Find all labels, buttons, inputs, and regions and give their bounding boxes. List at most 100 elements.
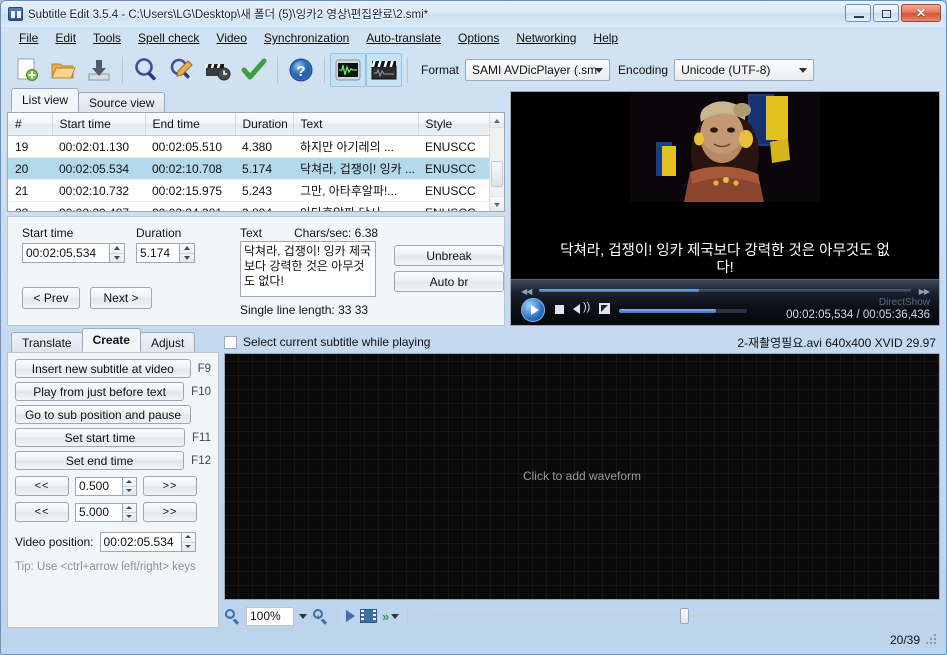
next-button[interactable]: Next > bbox=[90, 287, 152, 309]
help-button[interactable]: ? bbox=[283, 53, 319, 87]
zoom-in-icon[interactable]: + bbox=[312, 608, 329, 625]
table-row[interactable]: 22 00:02:20.487 00:02:24.381 3.894 아타후알파… bbox=[8, 201, 504, 211]
menu-help[interactable]: Help bbox=[585, 28, 626, 48]
play-from-just-before-text-button[interactable]: Play from just before text bbox=[15, 382, 185, 401]
waveform-forward-dropdown-icon[interactable] bbox=[391, 613, 400, 619]
insert-new-subtitle-button[interactable]: Insert new subtitle at video bbox=[15, 359, 191, 378]
scrollbar-thumb[interactable] bbox=[491, 161, 503, 187]
menu-edit[interactable]: Edit bbox=[47, 28, 84, 48]
zoom-dropdown-icon[interactable] bbox=[299, 613, 307, 619]
auto-br-button[interactable]: Auto br bbox=[394, 271, 504, 292]
nudge-spin-down-1[interactable] bbox=[123, 487, 136, 495]
waveform-spectrogram-icon[interactable] bbox=[360, 609, 377, 623]
nudge-forward-button-2[interactable]: >> bbox=[143, 502, 197, 522]
nudge-value-spinner-1[interactable] bbox=[123, 476, 137, 496]
spell-check-button[interactable] bbox=[236, 53, 272, 87]
video-position-spin-up[interactable] bbox=[181, 533, 195, 543]
tab-create[interactable]: Create bbox=[81, 328, 141, 352]
prev-button[interactable]: < Prev bbox=[22, 287, 80, 309]
video-position-input[interactable] bbox=[99, 532, 182, 552]
minimize-button[interactable] bbox=[845, 4, 871, 22]
subtitle-text-input[interactable]: 닥쳐라, 겁쟁이! 잉카 제국보다 강력한 것은 아무것도 없다! bbox=[240, 241, 376, 297]
nudge-value-input-1[interactable] bbox=[75, 476, 123, 496]
menu-networking[interactable]: Networking bbox=[508, 28, 584, 48]
duration-input[interactable] bbox=[136, 243, 180, 263]
menu-tools[interactable]: Tools bbox=[85, 28, 129, 48]
set-end-time-button[interactable]: Set end time bbox=[15, 451, 185, 470]
open-subtitle-button[interactable] bbox=[45, 53, 81, 87]
menu-auto-translate[interactable]: Auto-translate bbox=[358, 28, 449, 48]
unbreak-button[interactable]: Unbreak bbox=[394, 245, 504, 266]
maximize-button[interactable] bbox=[873, 4, 899, 22]
menu-spell-check[interactable]: Spell check bbox=[130, 28, 207, 48]
column-header-number[interactable]: # bbox=[8, 113, 53, 136]
waveform-slider-thumb[interactable] bbox=[680, 608, 690, 624]
select-current-subtitle-checkbox[interactable] bbox=[224, 335, 237, 349]
set-start-time-button[interactable]: Set start time bbox=[15, 428, 186, 447]
close-button[interactable]: ✕ bbox=[901, 4, 941, 22]
scroll-up-button[interactable] bbox=[490, 113, 504, 128]
volume-slider[interactable] bbox=[619, 309, 747, 313]
table-row[interactable]: 20 00:02:05.534 00:02:10.708 5.174 닥쳐라, … bbox=[8, 157, 504, 180]
nudge-value-input-2[interactable] bbox=[75, 502, 123, 522]
column-header-duration[interactable]: Duration bbox=[235, 113, 294, 136]
menu-synchronization[interactable]: Synchronization bbox=[256, 28, 357, 48]
scroll-down-button[interactable] bbox=[490, 196, 504, 211]
column-header-end-time[interactable]: End time bbox=[145, 113, 236, 136]
video-surface[interactable]: 닥쳐라, 겁쟁이! 잉카 제국보다 강력한 것은 아무것도 없 다! bbox=[511, 92, 939, 279]
encoding-combo[interactable]: Unicode (UTF-8) bbox=[674, 59, 815, 81]
tab-translate[interactable]: Translate bbox=[11, 332, 83, 353]
save-subtitle-button[interactable] bbox=[81, 53, 117, 87]
waveform-play-icon[interactable] bbox=[346, 610, 355, 622]
duration-spin-up[interactable] bbox=[180, 244, 194, 254]
nudge-spin-down-2[interactable] bbox=[123, 513, 136, 521]
resize-grip-icon[interactable] bbox=[926, 633, 938, 646]
zoom-level-input[interactable] bbox=[246, 606, 294, 626]
tab-list-view[interactable]: List view bbox=[11, 88, 80, 112]
fullscreen-icon[interactable] bbox=[599, 303, 610, 314]
seek-slider[interactable] bbox=[539, 289, 911, 292]
nudge-value-spinner-2[interactable] bbox=[123, 502, 137, 522]
duration-spinner[interactable] bbox=[180, 243, 195, 263]
nudge-back-button-1[interactable]: << bbox=[15, 476, 69, 496]
tab-adjust[interactable]: Adjust bbox=[139, 332, 196, 353]
video-position-spin-down[interactable] bbox=[182, 543, 195, 552]
start-time-input[interactable] bbox=[22, 243, 110, 263]
subtitle-listview[interactable]: # Start time End time Duration Text Styl… bbox=[7, 112, 505, 212]
volume-icon[interactable] bbox=[573, 304, 580, 314]
nudge-forward-button-1[interactable]: >> bbox=[143, 476, 197, 496]
rewind-icon[interactable]: ◀◀ bbox=[521, 287, 532, 296]
waveform-position-slider[interactable] bbox=[428, 607, 940, 625]
tab-source-view[interactable]: Source view bbox=[78, 92, 166, 113]
toggle-waveform-button[interactable] bbox=[330, 53, 366, 87]
video-position-spinner[interactable] bbox=[181, 532, 196, 552]
toggle-video-button[interactable] bbox=[366, 53, 402, 87]
column-header-start-time[interactable]: Start time bbox=[52, 113, 146, 136]
go-to-sub-position-and-pause-button[interactable]: Go to sub position and pause bbox=[15, 405, 191, 424]
table-row[interactable]: 19 00:02:01.130 00:02:05.510 4.380 하지만 아… bbox=[8, 135, 504, 158]
table-row[interactable]: 21 00:02:10.732 00:02:15.975 5.243 그만, 아… bbox=[8, 179, 504, 202]
start-time-spin-down[interactable] bbox=[110, 254, 124, 263]
nudge-spin-up-1[interactable] bbox=[123, 478, 136, 487]
replace-button[interactable] bbox=[164, 53, 200, 87]
stop-button[interactable] bbox=[555, 305, 564, 314]
fast-forward-icon[interactable]: ▶▶ bbox=[919, 287, 930, 296]
menu-options[interactable]: Options bbox=[450, 28, 507, 48]
fix-common-errors-button[interactable] bbox=[200, 53, 236, 87]
video-preview-panel[interactable]: 닥쳐라, 겁쟁이! 잉카 제국보다 강력한 것은 아무것도 없 다! ◀◀ ▶▶ bbox=[510, 91, 940, 326]
column-header-text[interactable]: Text bbox=[293, 113, 419, 136]
format-combo[interactable]: SAMI AVDicPlayer (.sm bbox=[465, 59, 611, 81]
duration-spin-down[interactable] bbox=[180, 254, 194, 263]
listview-scrollbar[interactable] bbox=[489, 113, 504, 211]
menu-video[interactable]: Video bbox=[208, 28, 254, 48]
find-button[interactable] bbox=[128, 53, 164, 87]
new-subtitle-button[interactable] bbox=[9, 53, 45, 87]
play-button[interactable] bbox=[521, 298, 545, 322]
start-time-spin-up[interactable] bbox=[110, 244, 124, 254]
menu-file[interactable]: File bbox=[11, 28, 46, 48]
nudge-spin-up-2[interactable] bbox=[123, 504, 136, 513]
nudge-back-button-2[interactable]: << bbox=[15, 502, 69, 522]
waveform-display[interactable]: Click to add waveform bbox=[224, 353, 940, 600]
start-time-spinner[interactable] bbox=[110, 243, 125, 263]
zoom-out-icon[interactable]: − bbox=[224, 608, 241, 625]
